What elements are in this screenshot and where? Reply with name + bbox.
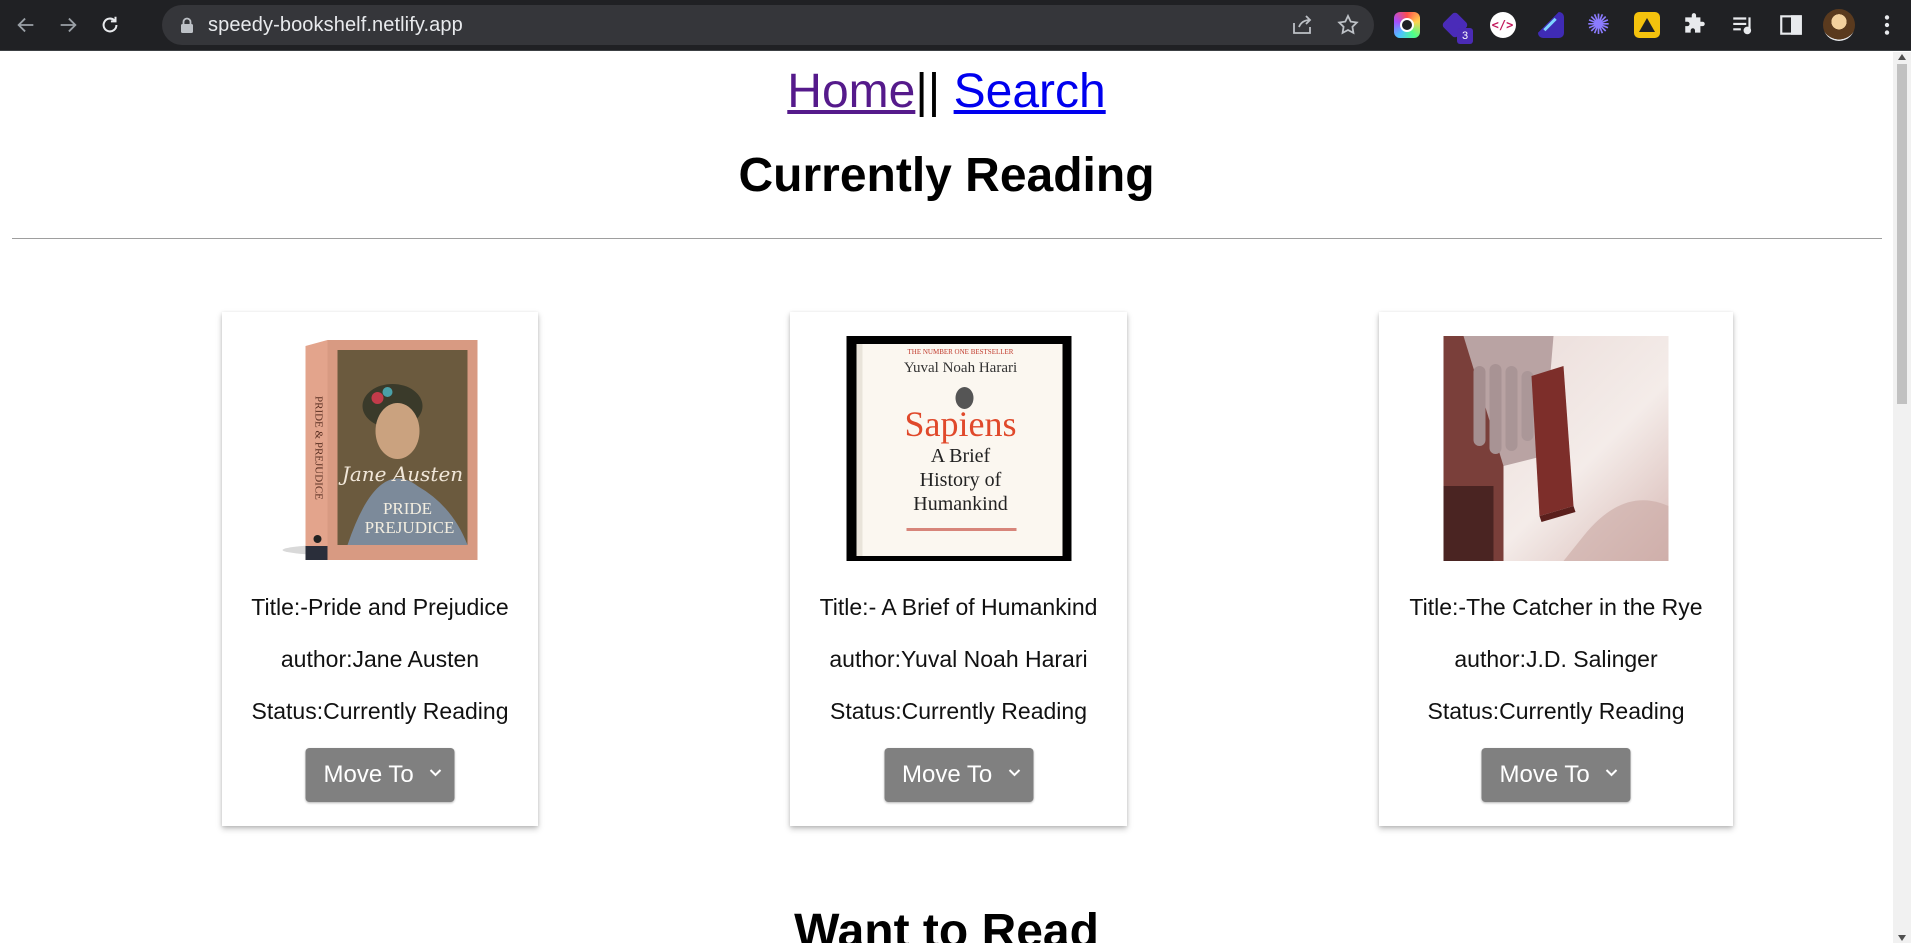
move-to-label: Move To — [902, 761, 993, 788]
url-text: speedy-bookshelf.netlify.app — [208, 13, 463, 36]
page-content: Home|| Search Currently Reading Jane Aus… — [0, 52, 1893, 943]
book-title: Title:-The Catcher in the Rye — [1409, 594, 1703, 620]
svg-text:PRIDE: PRIDE — [383, 499, 432, 518]
arrow-right-icon — [60, 17, 77, 33]
section-divider — [12, 238, 1882, 239]
snowflake-extension-icon[interactable]: ✺ — [1582, 8, 1615, 41]
move-to-select[interactable]: Move To — [1481, 748, 1631, 802]
stack-extension-icon[interactable]: 3 — [1438, 8, 1473, 44]
lock-icon — [180, 17, 194, 33]
book-title: Title:- A Brief of Humankind — [819, 594, 1098, 620]
scroll-up-icon[interactable] — [1898, 54, 1906, 60]
address-bar[interactable]: speedy-bookshelf.netlify.app — [162, 5, 1374, 45]
color-picker-icon[interactable] — [1390, 8, 1423, 41]
arrow-left-icon — [17, 17, 34, 33]
chevron-down-icon — [429, 769, 442, 777]
svg-text:THE NUMBER ONE BESTSELLER: THE NUMBER ONE BESTSELLER — [907, 348, 1013, 356]
menu-kebab-icon[interactable] — [1870, 8, 1903, 41]
nav-separator: || — [915, 65, 941, 118]
home-link[interactable]: Home — [787, 65, 915, 118]
page-scrollbar[interactable] — [1893, 52, 1911, 943]
book-card: Jane Austen PRIDE PREJUDICE PRIDE & PREJ… — [222, 312, 538, 826]
svg-text:Jane Austen: Jane Austen — [338, 462, 463, 486]
book-status: Status:Currently Reading — [830, 698, 1087, 724]
svg-text:History of: History of — [919, 469, 1001, 491]
book-status: Status:Currently Reading — [251, 698, 509, 724]
book-card: THE NUMBER ONE BESTSELLER Yuval Noah Har… — [790, 312, 1127, 826]
profile-avatar[interactable] — [1822, 8, 1855, 41]
book-status: Status:Currently Reading — [1427, 698, 1685, 724]
move-to-select[interactable]: Move To — [305, 748, 455, 802]
top-navigation: Home|| Search — [0, 62, 1893, 122]
move-to-label: Move To — [323, 761, 414, 788]
back-button[interactable] — [10, 9, 42, 41]
book-author: author:Jane Austen — [280, 646, 480, 672]
scroll-down-icon[interactable] — [1898, 935, 1906, 941]
share-icon[interactable] — [1290, 13, 1314, 37]
svg-text:A Brief: A Brief — [930, 445, 990, 467]
book-author: author:Yuval Noah Harari — [829, 646, 1088, 672]
chevron-down-icon — [1008, 769, 1020, 777]
svg-text:Yuval Noah Harari: Yuval Noah Harari — [903, 360, 1016, 376]
book-card: Title:-The Catcher in the Rye author:J.D… — [1379, 312, 1733, 826]
sapiens-cover: THE NUMBER ONE BESTSELLER Yuval Noah Har… — [846, 336, 1071, 561]
puzzle-extensions-icon[interactable] — [1678, 8, 1711, 41]
svg-text:Humankind: Humankind — [913, 493, 1007, 515]
book-title: Title:-Pride and Prejudice — [251, 594, 509, 620]
svg-text:PRIDE & PREJUDICE: PRIDE & PREJUDICE — [313, 396, 325, 500]
chevron-down-icon — [1605, 769, 1618, 777]
move-to-select[interactable]: Move To — [884, 748, 1033, 802]
bookmark-star-icon[interactable] — [1336, 13, 1360, 37]
extensions-bar: 3 </> ✺ — [1390, 8, 1903, 44]
svg-text:PREJUDICE: PREJUDICE — [365, 518, 455, 537]
code-extension-icon[interactable]: </> — [1486, 8, 1519, 41]
warning-extension-icon[interactable] — [1630, 8, 1663, 41]
section-title-currently-reading: Currently Reading — [738, 149, 1155, 202]
pride-and-prejudice-cover: Jane Austen PRIDE PREJUDICE PRIDE & PREJ… — [267, 336, 493, 561]
reload-icon — [102, 16, 118, 33]
reload-button[interactable] — [94, 9, 126, 41]
browser-toolbar: speedy-bookshelf.netlify.app 3 </> ✺ — [0, 0, 1911, 51]
svg-text:Sapiens: Sapiens — [904, 404, 1016, 444]
magic-wand-extension-icon[interactable] — [1534, 8, 1567, 41]
move-to-label: Move To — [1499, 761, 1590, 788]
media-queue-icon[interactable] — [1726, 8, 1759, 41]
book-author: author:J.D. Salinger — [1454, 646, 1658, 672]
side-panel-icon[interactable] — [1774, 8, 1807, 41]
forward-button[interactable] — [52, 9, 84, 41]
search-link[interactable]: Search — [954, 65, 1106, 118]
scrollbar-thumb[interactable] — [1897, 64, 1907, 404]
catcher-in-the-rye-cover — [1443, 336, 1669, 561]
section-title-want-to-read: Want to Read — [794, 905, 1099, 943]
